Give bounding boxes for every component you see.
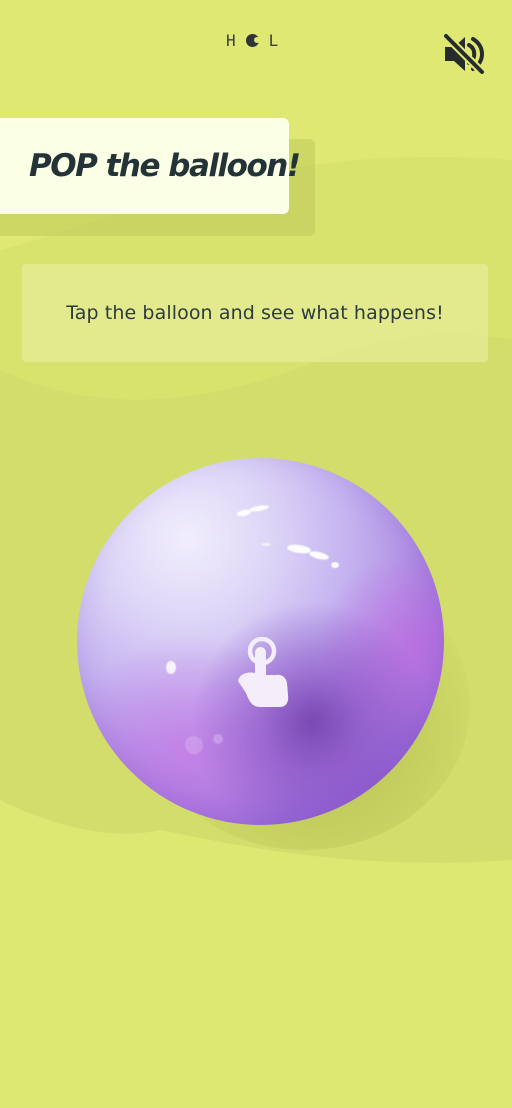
brand-logo: H L [226,30,278,50]
logo-letter-h: H [226,30,236,50]
balloon-glint [166,661,176,674]
balloon-glint [308,549,330,562]
balloon-glint [261,543,271,546]
balloon-glint [248,504,270,513]
balloon-glint [185,736,203,754]
instruction-text: Tap the balloon and see what happens! [66,302,444,324]
sound-muted-icon [442,32,486,76]
logo-circle-icon [245,33,260,47]
title-card: POP the balloon! [0,118,301,214]
sound-toggle-button[interactable] [440,30,488,78]
instruction-panel: Tap the balloon and see what happens! [22,264,488,362]
logo-letter-l: L [268,30,279,50]
balloon-glint [213,734,223,744]
balloon-glint [286,543,312,555]
tap-hand-icon [238,637,289,707]
balloon-glint [331,562,339,568]
page-title: POP the balloon! [29,148,301,184]
